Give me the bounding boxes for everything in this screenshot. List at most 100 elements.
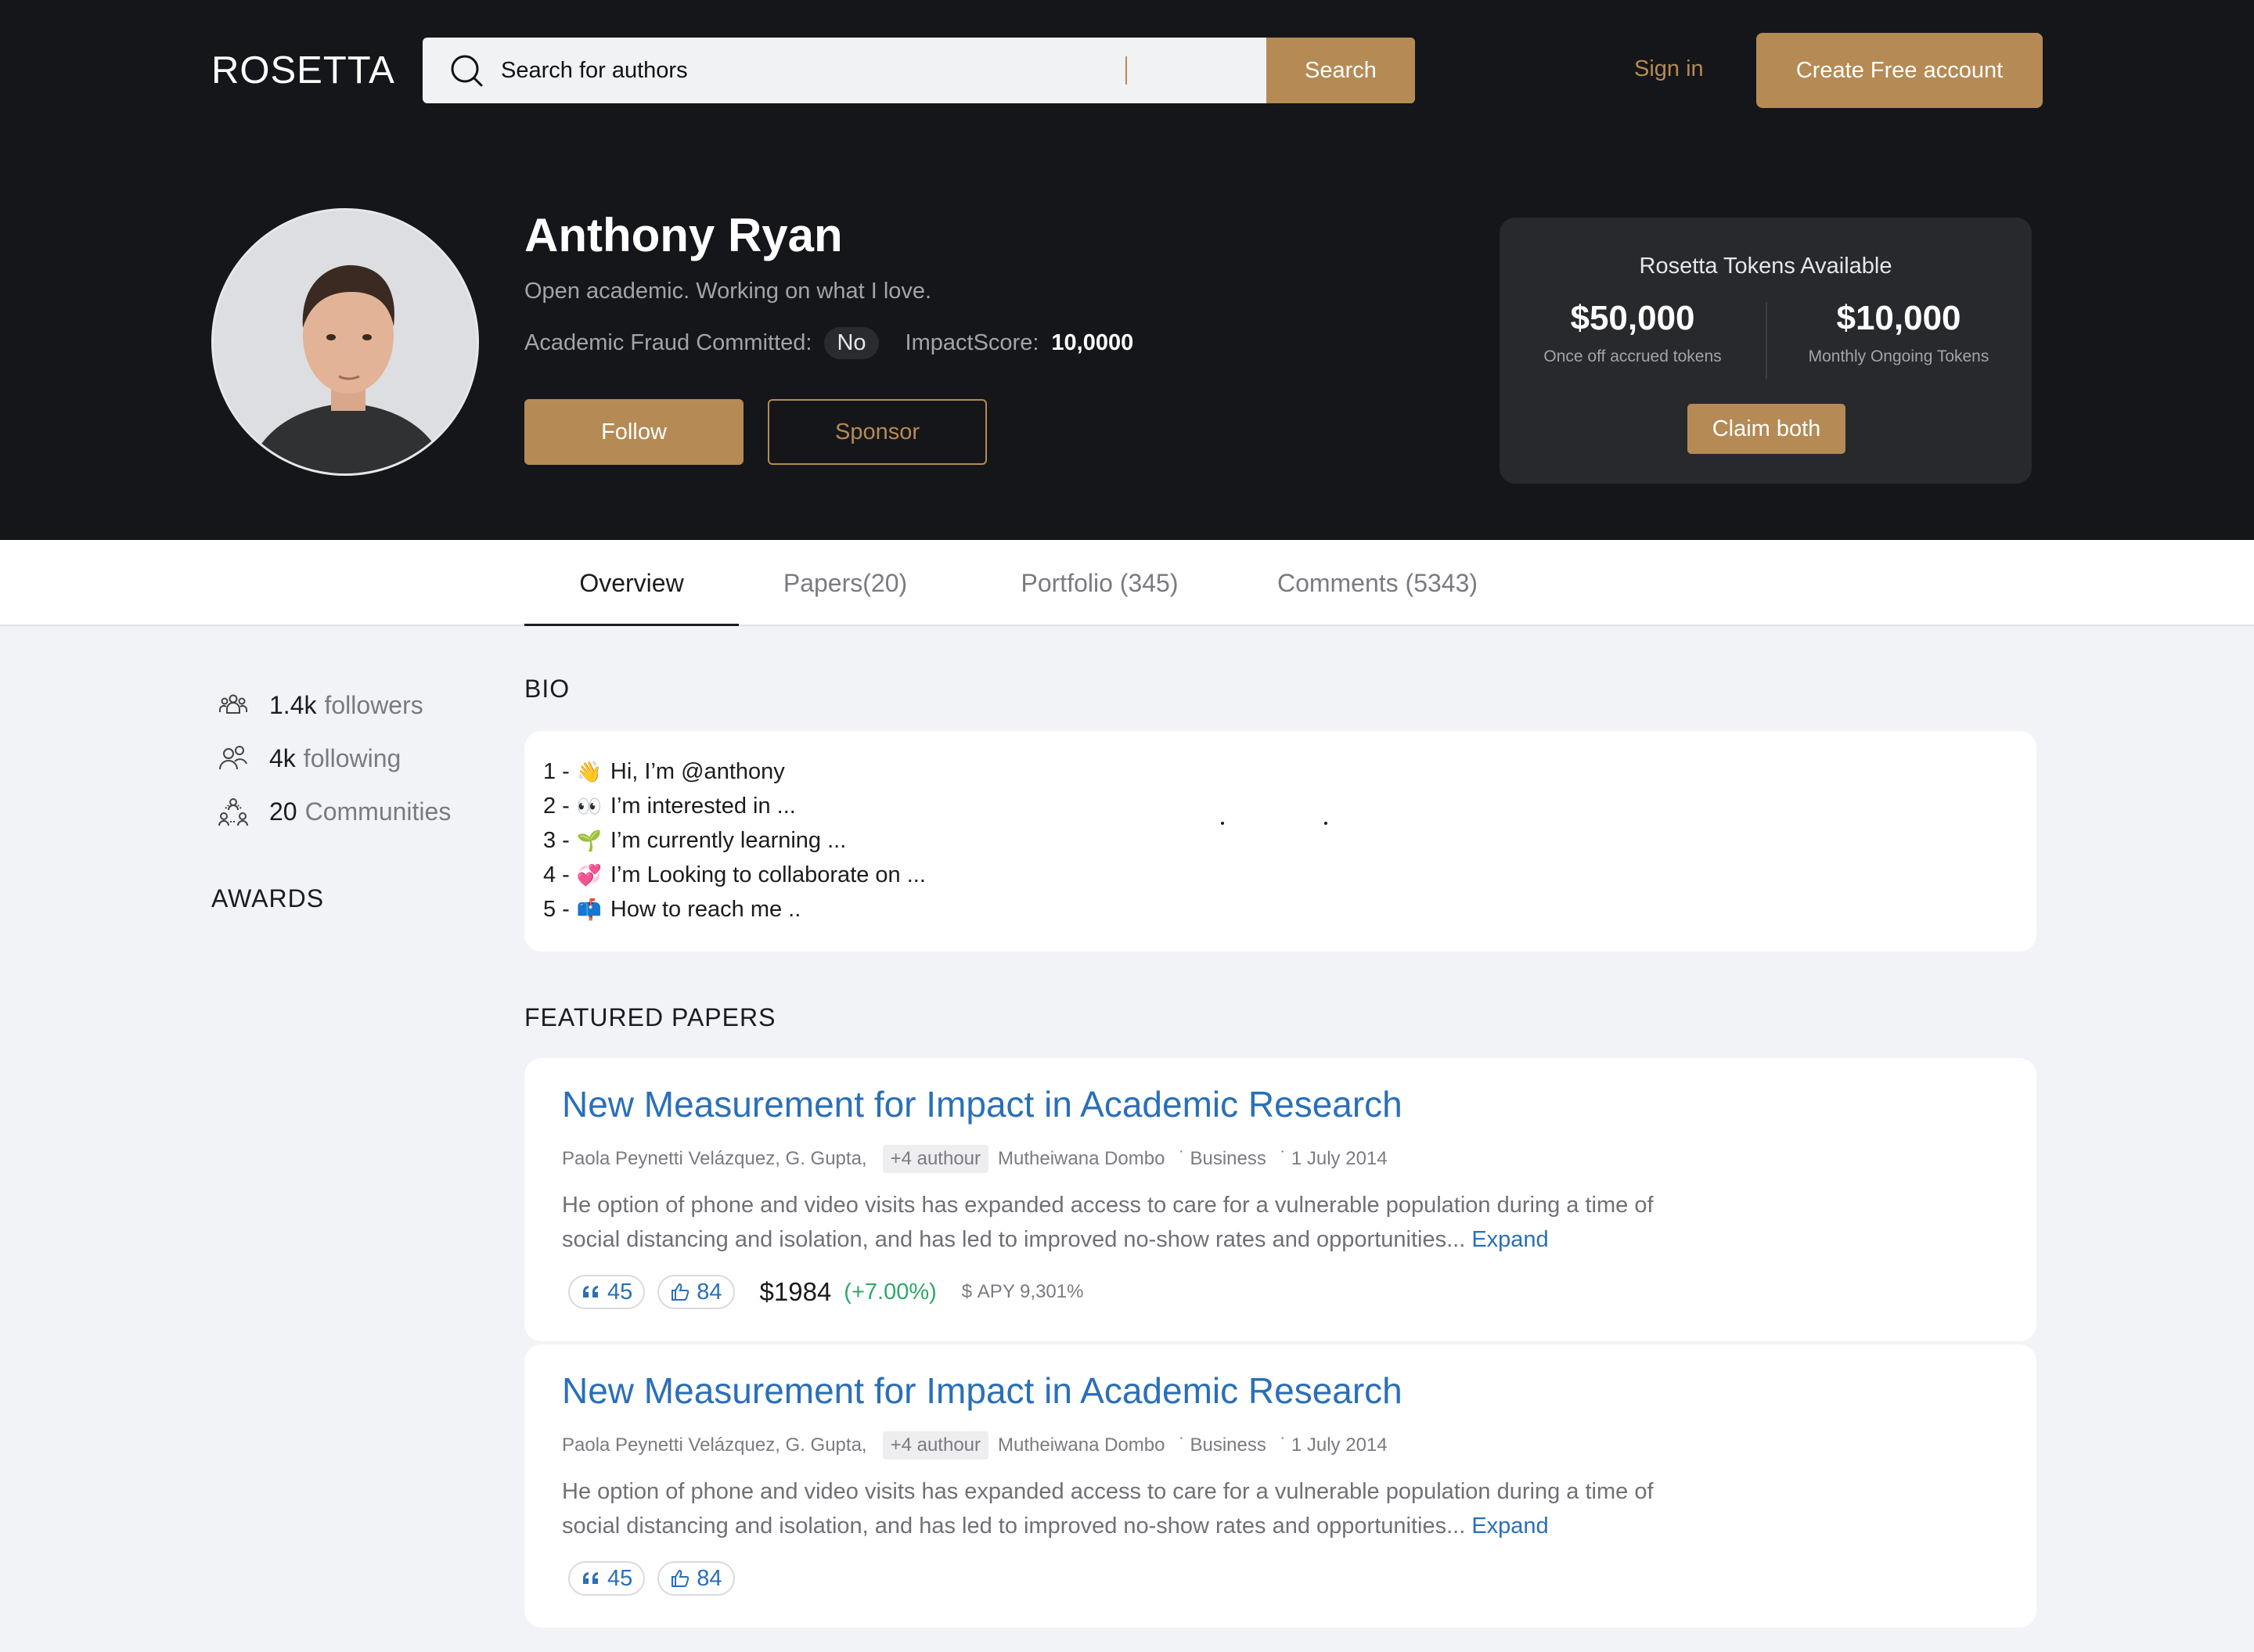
likes-chip[interactable]: 84 [657,1275,735,1309]
paper-last-author[interactable]: Mutheiwana Dombo [998,1148,1165,1170]
bio-line-number: 4 - [543,862,570,887]
decorative-dot [1324,822,1327,825]
search-bar: Search [423,38,1415,103]
price-change: (+7.00%) [844,1279,937,1305]
profile-name: Anthony Ryan [524,209,843,261]
search-input[interactable] [501,38,1284,103]
thumbs-up-icon [672,1283,690,1301]
profile-tabs: Overview Papers(20) Portfolio (345) Comm… [0,540,2254,626]
bio-line-number: 5 - [543,897,570,922]
profile-meta: Academic Fraud Committed: No ImpactScore… [524,326,1133,360]
create-account-button[interactable]: Create Free account [1756,33,2043,108]
dollar-icon: $ [961,1281,978,1302]
paper-authors: Paola Peynetti Velázquez, G. Gupta, +4 a… [562,1144,1388,1174]
paper-card: New Measurement for Impact in Academic R… [524,1058,2036,1341]
communities-icon [218,798,248,826]
bio-line-text: I’m Looking to collaborate on ... [610,862,926,887]
paper-category: Business [1190,1148,1266,1169]
citations-chip[interactable]: 45 [568,1275,646,1309]
separator-dot: ˙ [1280,1434,1287,1456]
followers-label: followers [324,690,423,719]
fraud-badge: No [824,326,879,359]
bio-line-text: How to reach me .. [610,897,801,922]
paper-date: 1 July 2014 [1291,1434,1388,1456]
paper-category: Business [1190,1434,1266,1456]
tab-portfolio[interactable]: Portfolio (345) [1002,540,1197,626]
bio-line-number: 2 - [543,794,570,819]
fraud-label: Academic Fraud Committed: [524,329,812,355]
paper-date: 1 July 2014 [1291,1148,1388,1169]
paper-price: $1984 [759,1277,832,1306]
seedling-icon: 🌱 [576,829,603,852]
person-photo [214,211,477,473]
bio-line-text: I’m currently learning ... [610,828,847,853]
following-count: 4k [269,743,296,772]
separator-dot: ˙ [1179,1434,1186,1456]
communities-stat[interactable]: 20 Communities [218,792,451,831]
profile-header: ROSETTA Search Sign in Create Free accou… [0,0,2254,540]
search-button[interactable]: Search [1266,38,1415,103]
text-caret [1125,56,1127,85]
decorative-dot [1221,822,1224,825]
awards-heading: AWARDS [211,884,325,912]
bio-card: 1 - 👋 Hi, I’m @anthony 2 - 👀 I’m intereste… [524,731,2036,952]
quote-icon [583,1286,598,1297]
once-off-amount: $50,000 [1570,299,1695,337]
paper-card: New Measurement for Impact in Academic R… [524,1344,2036,1628]
avatar [211,208,479,476]
once-off-tokens: $50,000 Once off accrued tokens [1500,299,1766,366]
mailbox-icon: 📫 [576,898,603,921]
quote-icon [583,1572,598,1584]
tab-papers[interactable]: Papers(20) [767,540,924,626]
monthly-label: Monthly Ongoing Tokens [1808,347,1989,365]
citations-count: 45 [607,1565,633,1591]
likes-count: 84 [697,1279,722,1305]
citations-chip[interactable]: 45 [568,1561,646,1596]
paper-abstract: He option of phone and video visits has … [562,1188,1689,1257]
followers-count: 1.4k [269,690,317,719]
expand-link[interactable]: Expand [1471,1513,1548,1539]
bio-line: 5 - 📫 How to reach me .. [543,892,2018,927]
following-label: following [303,743,401,772]
profile-tagline: Open academic. Working on what I love. [524,279,932,304]
paper-metrics: 45 84 $1984 (+7.00%) $ APY 9,301% [568,1274,1083,1310]
impact-label: ImpactScore: [905,329,1039,355]
paper-title[interactable]: New Measurement for Impact in Academic R… [562,1083,1402,1125]
paper-last-author[interactable]: Mutheiwana Dombo [998,1434,1165,1456]
paper-title[interactable]: New Measurement for Impact in Academic R… [562,1369,1402,1412]
bio-line: 3 - 🌱 I’m currently learning ... [543,823,2018,858]
following-stat[interactable]: 4k following [218,739,401,778]
more-authors-badge[interactable]: +4 authour [882,1431,989,1459]
apy-value: $ APY 9,301% [962,1281,1084,1303]
bio-line-text: Hi, I’m @anthony [610,759,785,784]
bio-line: 2 - 👀 I’m interested in ... [543,789,2018,823]
apy-text: APY 9,301% [977,1281,1084,1302]
logo[interactable]: ROSETTA [211,49,395,92]
likes-chip[interactable]: 84 [657,1561,735,1596]
tokens-title: Rosetta Tokens Available [1639,254,1892,279]
likes-count: 84 [697,1565,722,1591]
tab-overview[interactable]: Overview [524,540,739,626]
followers-stat[interactable]: 1.4k followers [218,686,423,725]
impact-value: 10,0000 [1051,329,1134,355]
follow-button[interactable]: Follow [524,399,744,465]
thumbs-up-icon [672,1569,690,1587]
paper-author-list[interactable]: Paola Peynetti Velázquez, G. Gupta, [562,1148,867,1170]
paper-abstract: He option of phone and video visits has … [562,1474,1689,1543]
following-icon [219,746,247,770]
communities-count: 20 [269,797,297,826]
search-icon [451,55,483,87]
bio-line-number: 3 - [543,828,570,853]
sponsor-button[interactable]: Sponsor [768,399,987,465]
more-authors-badge[interactable]: +4 authour [882,1145,989,1173]
claim-both-button[interactable]: Claim both [1687,404,1845,454]
bio-line-text: I’m interested in ... [610,794,796,819]
citations-count: 45 [607,1279,633,1305]
sign-in-link[interactable]: Sign in [1634,56,1704,82]
tab-comments[interactable]: Comments (5343) [1260,540,1495,626]
paper-author-list[interactable]: Paola Peynetti Velázquez, G. Gupta, [562,1434,867,1456]
hearts-icon: 💞 [576,863,603,887]
monthly-amount: $10,000 [1836,299,1961,337]
featured-papers-heading: FEATURED PAPERS [524,1003,776,1031]
expand-link[interactable]: Expand [1471,1227,1548,1252]
